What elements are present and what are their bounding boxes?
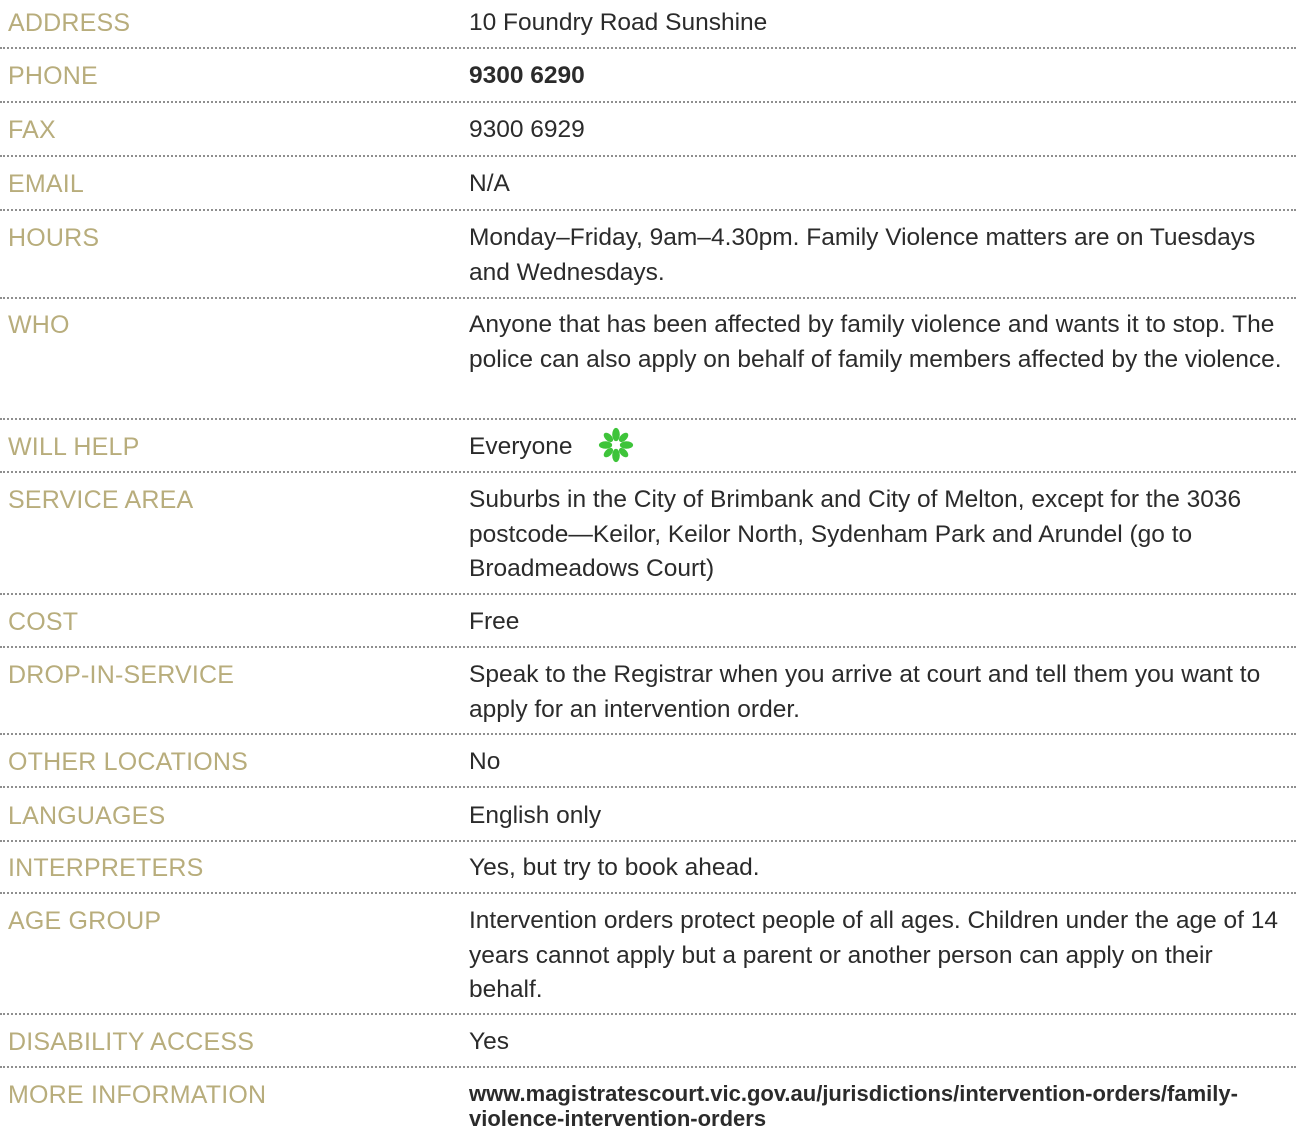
divider xyxy=(0,297,1296,299)
email-value: N/A xyxy=(469,170,510,197)
languages-label: LANGUAGES xyxy=(8,802,166,830)
divider xyxy=(0,593,1296,595)
service-area-label: SERVICE AREA xyxy=(8,486,194,514)
asterisk-flower-icon xyxy=(599,427,634,462)
divider xyxy=(0,209,1296,211)
divider xyxy=(0,101,1296,103)
divider xyxy=(0,840,1296,842)
divider xyxy=(0,892,1296,894)
drop-in-service-value: Speak to the Registrar when you arrive a… xyxy=(469,661,1261,723)
divider xyxy=(0,418,1296,420)
languages-value: English only xyxy=(469,802,602,829)
divider xyxy=(0,1066,1296,1068)
phone-label: PHONE xyxy=(8,62,98,90)
more-information-label: MORE INFORMATION xyxy=(8,1081,267,1109)
will-help-value-wrap: Everyone xyxy=(469,427,1284,465)
service-info-sheet: ADDRESS 10 Foundry Road Sunshine PHONE 9… xyxy=(0,0,1296,1135)
other-locations-label: OTHER LOCATIONS xyxy=(8,748,249,776)
other-locations-value: No xyxy=(469,748,501,775)
phone-value: 9300 6290 xyxy=(469,62,585,89)
will-help-value: Everyone xyxy=(469,433,573,460)
email-label: EMAIL xyxy=(8,170,85,198)
age-group-value: Intervention orders protect people of al… xyxy=(469,907,1279,1003)
divider xyxy=(0,47,1296,49)
who-value: Anyone that has been affected by family … xyxy=(469,311,1282,373)
divider xyxy=(0,155,1296,157)
divider xyxy=(0,786,1296,788)
disability-access-value: Yes xyxy=(469,1028,509,1055)
divider xyxy=(0,733,1296,735)
divider xyxy=(0,471,1296,473)
fax-label: FAX xyxy=(8,116,56,144)
fax-value: 9300 6929 xyxy=(469,116,585,143)
address-label: ADDRESS xyxy=(8,9,131,37)
age-group-label: AGE GROUP xyxy=(8,907,162,935)
cost-label: COST xyxy=(8,608,79,636)
drop-in-service-label: DROP-IN-SERVICE xyxy=(8,661,235,689)
will-help-label: WILL HELP xyxy=(8,433,140,461)
interpreters-label: INTERPRETERS xyxy=(8,854,204,882)
divider xyxy=(0,1013,1296,1015)
interpreters-value: Yes, but try to book ahead. xyxy=(469,854,760,881)
hours-value: Monday–Friday, 9am–4.30pm. Family Violen… xyxy=(469,224,1256,286)
divider xyxy=(0,646,1296,648)
more-information-link[interactable]: www.magistratescourt.vic.gov.au/jurisdic… xyxy=(469,1081,1284,1131)
service-area-value: Suburbs in the City of Brimbank and City… xyxy=(469,486,1242,582)
cost-value: Free xyxy=(469,608,520,635)
who-label: WHO xyxy=(8,311,70,339)
hours-label: HOURS xyxy=(8,224,100,252)
address-value: 10 Foundry Road Sunshine xyxy=(469,9,768,36)
disability-access-label: DISABILITY ACCESS xyxy=(8,1028,255,1056)
